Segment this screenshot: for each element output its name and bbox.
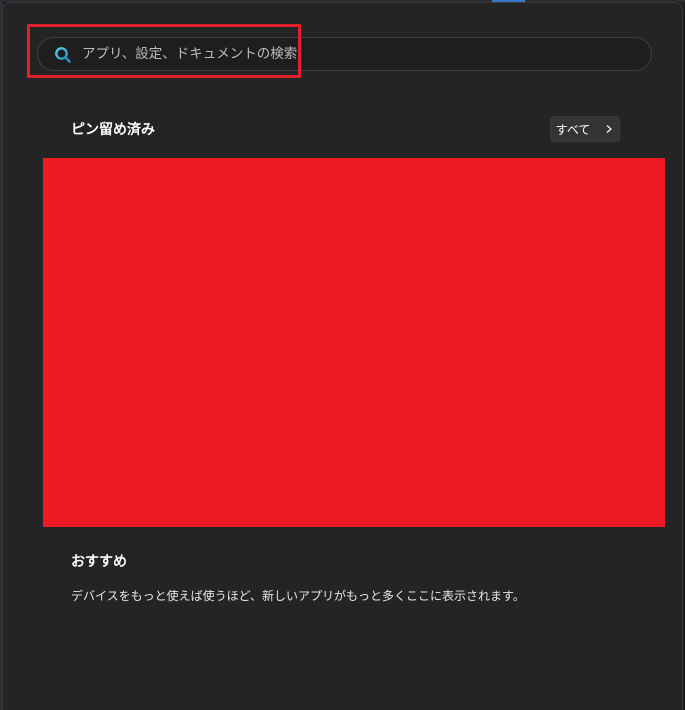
pinned-section-title: ピン留め済み	[71, 122, 155, 138]
search-input[interactable]	[82, 38, 622, 70]
recommended-section-title: おすすめ	[71, 554, 127, 570]
pinned-apps-redacted-area	[43, 158, 665, 527]
search-icon	[55, 47, 71, 63]
start-menu-panel: ピン留め済み すべて おすすめ デバイスをもっと使えば使うほど、新しいアプリがも…	[2, 2, 683, 710]
chevron-right-icon	[606, 125, 613, 133]
search-box[interactable]	[37, 37, 652, 71]
all-apps-button-label: すべて	[555, 122, 591, 137]
recommended-empty-message: デバイスをもっと使えば使うほど、新しいアプリがもっと多くここに表示されます。	[71, 589, 525, 603]
all-apps-button[interactable]: すべて	[550, 116, 620, 142]
